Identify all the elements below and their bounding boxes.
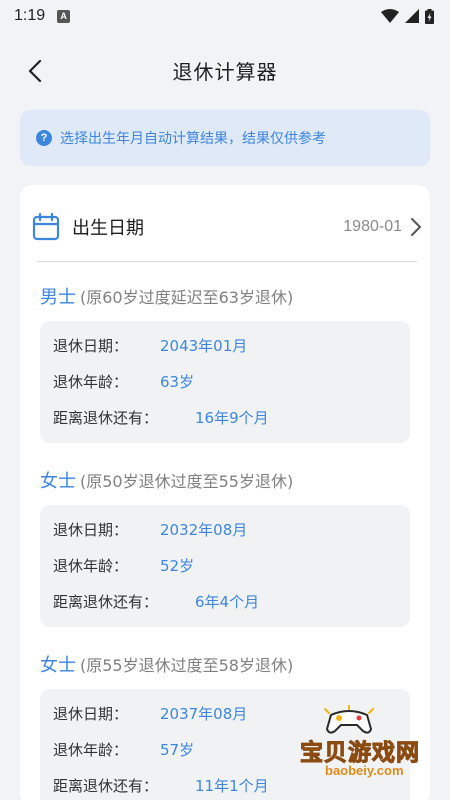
info-label: 退休日期： xyxy=(53,704,129,723)
info-label: 退休年龄： xyxy=(53,740,129,759)
section-title: 女士 (原55岁退休过度至58岁退休) xyxy=(40,651,410,679)
birth-date-picker[interactable]: 出生日期 1980-01 xyxy=(32,205,422,249)
calendar-icon xyxy=(32,213,60,241)
result-section-male: 男士 (原60岁过度延迟至63岁退休) 退休日期： 2043年01月 退休年龄：… xyxy=(40,283,410,443)
info-box: 退休日期： 2037年08月 退休年龄： 57岁 距离退休还有： 11年1个月 xyxy=(40,689,410,800)
gender-label: 男士 xyxy=(40,287,76,308)
info-label: 距离退休还有： xyxy=(53,408,159,427)
status-time: 1:19 xyxy=(14,7,46,24)
info-row-time-left: 距离退休还有： 6年4个月 xyxy=(40,583,410,619)
chevron-left-icon xyxy=(28,60,42,82)
question-circle-icon: ? xyxy=(36,130,52,146)
info-box: 退休日期： 2043年01月 退休年龄： 63岁 距离退休还有： 16年9个月 xyxy=(40,321,410,443)
info-notice: ? 选择出生年月自动计算结果，结果仅供参考 xyxy=(20,110,430,166)
retire-age-value: 57岁 xyxy=(160,740,195,759)
result-section-female-50: 女士 (原50岁退休过度至55岁退休) 退休日期： 2032年08月 退休年龄：… xyxy=(40,467,410,627)
policy-note: (原50岁退休过度至55岁退休) xyxy=(80,472,294,491)
info-row-time-left: 距离退休还有： 16年9个月 xyxy=(40,399,410,435)
birth-date-label: 出生日期 xyxy=(72,218,144,239)
info-label: 距离退休还有： xyxy=(53,592,159,611)
info-label: 距离退休还有： xyxy=(53,776,159,795)
retire-age-value: 52岁 xyxy=(160,556,195,575)
notification-badge: A xyxy=(57,9,71,23)
gender-label: 女士 xyxy=(40,655,76,676)
gender-label: 女士 xyxy=(40,471,76,492)
section-title: 女士 (原50岁退休过度至55岁退休) xyxy=(40,467,410,495)
policy-note: (原60岁过度延迟至63岁退休) xyxy=(80,288,294,307)
chevron-right-icon xyxy=(411,218,421,236)
info-row-retire-age: 退休年龄： 52岁 xyxy=(40,547,410,583)
retire-date-value: 2037年08月 xyxy=(160,704,248,723)
time-left-value: 11年1个月 xyxy=(195,776,269,795)
result-section-female-55: 女士 (原55岁退休过度至58岁退休) 退休日期： 2037年08月 退休年龄：… xyxy=(40,651,410,800)
status-icons xyxy=(381,8,434,24)
status-bar: 1:19 A xyxy=(0,0,450,32)
wifi-icon xyxy=(381,9,399,23)
info-label: 退休日期： xyxy=(53,336,129,355)
info-label: 退休年龄： xyxy=(53,372,129,391)
birth-date-value: 1980-01 xyxy=(343,218,402,235)
section-title: 男士 (原60岁过度延迟至63岁退休) xyxy=(40,283,410,311)
battery-icon xyxy=(425,8,434,24)
info-row-retire-date: 退休日期： 2032年08月 xyxy=(40,511,410,547)
info-row-retire-age: 退休年龄： 57岁 xyxy=(40,731,410,767)
retire-age-value: 63岁 xyxy=(160,372,195,391)
info-label: 退休年龄： xyxy=(53,556,129,575)
divider xyxy=(37,261,417,262)
time-left-value: 16年9个月 xyxy=(195,408,269,427)
info-row-retire-age: 退休年龄： 63岁 xyxy=(40,363,410,399)
notice-text: 选择出生年月自动计算结果，结果仅供参考 xyxy=(60,131,326,147)
info-box: 退休日期： 2032年08月 退休年龄： 52岁 距离退休还有： 6年4个月 xyxy=(40,505,410,627)
policy-note: (原55岁退休过度至58岁退休) xyxy=(80,656,294,675)
app-header: 退休计算器 xyxy=(0,40,450,100)
back-button[interactable] xyxy=(18,54,52,88)
info-row-time-left: 距离退休还有： 11年1个月 xyxy=(40,767,410,800)
retire-date-value: 2043年01月 xyxy=(160,336,248,355)
info-row-retire-date: 退休日期： 2037年08月 xyxy=(40,695,410,731)
result-card: 出生日期 1980-01 男士 (原60岁过度延迟至63岁退休) 退休日期： 2… xyxy=(20,185,430,800)
signal-icon xyxy=(405,9,419,23)
info-label: 退休日期： xyxy=(53,520,129,539)
retire-date-value: 2032年08月 xyxy=(160,520,248,539)
page-title: 退休计算器 xyxy=(172,59,278,84)
time-left-value: 6年4个月 xyxy=(195,592,260,611)
info-row-retire-date: 退休日期： 2043年01月 xyxy=(40,327,410,363)
